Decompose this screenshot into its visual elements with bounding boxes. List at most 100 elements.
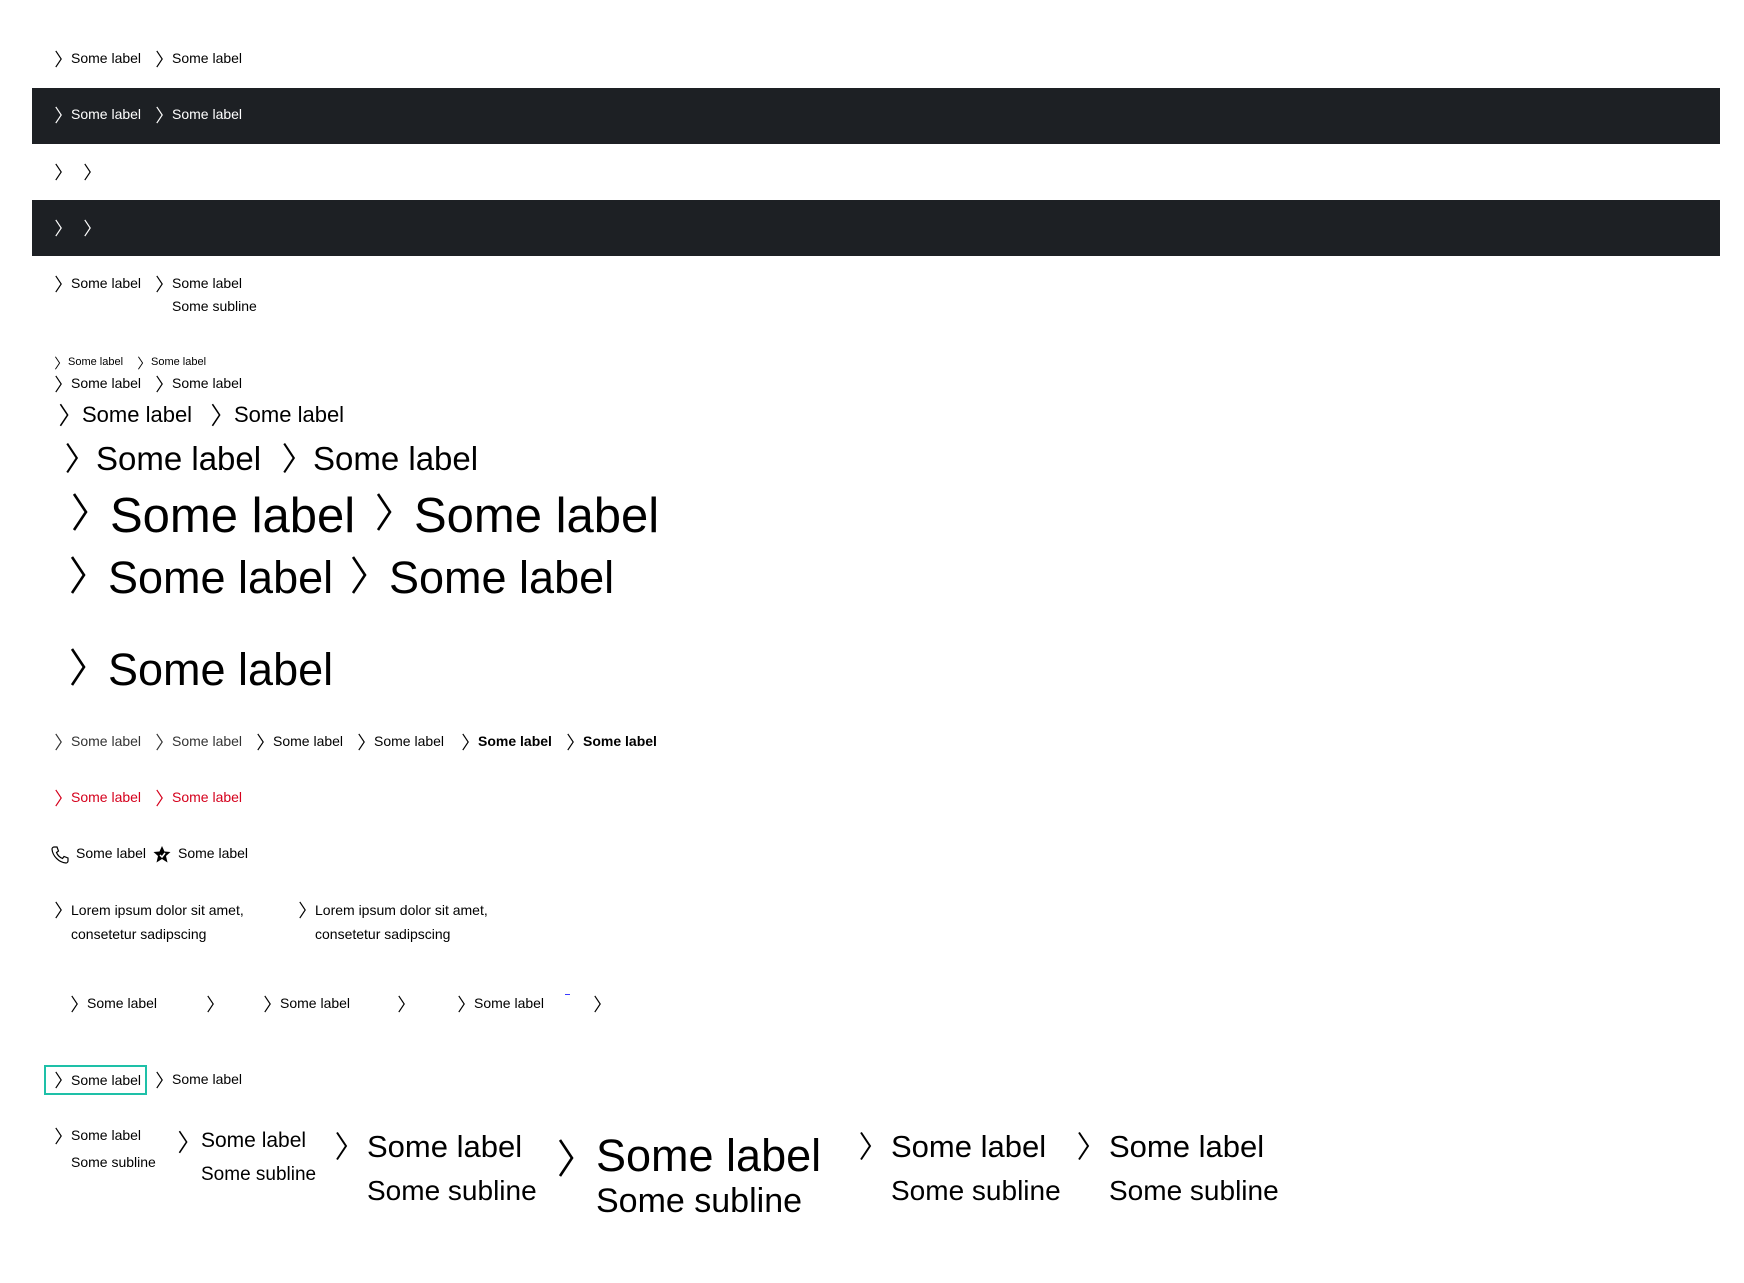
- link-xl3[interactable]: Some label: [68, 644, 333, 696]
- link-xl-b[interactable]: Some label: [374, 488, 659, 544]
- link-sm-b[interactable]: Some label: [155, 375, 242, 393]
- link-lorem-a[interactable]: Lorem ipsum dolor sit amet, consetetur s…: [54, 898, 254, 946]
- arrow-head-right-icon: [54, 375, 63, 393]
- arrow-head-right-icon: [68, 644, 88, 690]
- link-sm-a[interactable]: Some label: [54, 375, 141, 393]
- arrow-head-right-icon: [155, 106, 164, 124]
- link-red-a[interactable]: Some label: [54, 789, 141, 807]
- link-bold-a[interactable]: Some label: [461, 733, 552, 751]
- link-md-a[interactable]: Some label: [58, 402, 192, 428]
- link-spaced-c[interactable]: Some label: [457, 995, 544, 1013]
- arrow-head-right-icon: [858, 1129, 873, 1163]
- arrow-head-right-icon: [155, 733, 164, 751]
- link-bold-b[interactable]: Some label: [566, 733, 657, 751]
- arrow-head-right-icon: [54, 275, 63, 293]
- link-sub-md[interactable]: Some label Some subline: [334, 1129, 537, 1207]
- arrow-head-right-icon: [566, 733, 575, 751]
- focus-marker: [565, 994, 570, 995]
- link-sub-lg[interactable]: Some label Some subline: [556, 1130, 821, 1221]
- link-sub-xs[interactable]: Some label Some subline: [54, 1127, 156, 1170]
- arrow-head-right-icon: [54, 50, 63, 68]
- arrow-head-right-icon: [83, 163, 92, 181]
- arrow-head-right-icon: [461, 733, 470, 751]
- arrow-head-right-icon: [298, 901, 307, 919]
- link-thin-a[interactable]: Some label: [54, 733, 141, 751]
- link-red-b[interactable]: Some label: [155, 789, 242, 807]
- arrow-head-right-icon: [54, 1071, 63, 1089]
- arrow-head-right-icon: [281, 440, 297, 476]
- arrow-head-right-icon: [263, 995, 272, 1013]
- link-xs-b[interactable]: Some label: [137, 356, 206, 370]
- arrow-head-right-icon: [68, 552, 88, 598]
- link-2b[interactable]: Some label: [155, 106, 242, 124]
- icon-link-4a[interactable]: [54, 219, 63, 237]
- link-lg-b[interactable]: Some label: [281, 440, 478, 478]
- link-2a[interactable]: Some label: [54, 106, 141, 124]
- arrow-head-right-icon: [54, 789, 63, 807]
- arrow-head-right-icon: [334, 1129, 349, 1163]
- arrow-head-right-icon: [177, 1129, 189, 1155]
- link-xs-a[interactable]: Some label: [54, 356, 123, 370]
- link-lorem-b[interactable]: Lorem ipsum dolor sit amet, consetetur s…: [298, 898, 498, 946]
- arrow-head-right-icon: [210, 402, 222, 428]
- link-focused[interactable]: Some label: [43, 1065, 148, 1095]
- arrow-head-right-icon: [83, 219, 92, 237]
- link-spaced-b[interactable]: Some label: [263, 995, 350, 1013]
- arrow-head-right-icon: [54, 356, 61, 370]
- link-md-b[interactable]: Some label: [210, 402, 344, 428]
- arrow-head-right-icon: [58, 402, 70, 428]
- link-sub-sm[interactable]: Some label Some subline: [177, 1129, 316, 1186]
- link-regular-a[interactable]: Some label: [256, 733, 343, 751]
- star-badge-icon: [152, 845, 172, 865]
- link-lg-a[interactable]: Some label: [64, 440, 261, 478]
- arrow-head-right-icon: [1076, 1129, 1091, 1163]
- link-star[interactable]: Some label: [152, 845, 248, 865]
- link-1b[interactable]: Some label: [155, 50, 242, 68]
- arrow-head-right-icon: [206, 995, 215, 1013]
- arrow-head-right-icon: [54, 901, 63, 919]
- icon-link-spaced-b[interactable]: [397, 995, 406, 1013]
- link-xl-a[interactable]: Some label: [70, 488, 355, 544]
- arrow-head-right-icon: [397, 995, 406, 1013]
- arrow-head-right-icon: [457, 995, 466, 1013]
- icon-link-3b[interactable]: [83, 163, 92, 181]
- icon-link-4b[interactable]: [83, 219, 92, 237]
- link-thin-b[interactable]: Some label: [155, 733, 242, 751]
- arrow-head-right-icon: [70, 488, 90, 536]
- link-1a[interactable]: Some label: [54, 50, 141, 68]
- arrow-head-right-icon: [54, 106, 63, 124]
- phone-icon: [50, 845, 70, 865]
- arrow-head-right-icon: [357, 733, 366, 751]
- link-spaced-a[interactable]: Some label: [70, 995, 157, 1013]
- arrow-head-right-icon: [54, 1127, 63, 1145]
- link-phone[interactable]: Some label: [50, 845, 146, 865]
- icon-link-spaced-a[interactable]: [206, 995, 215, 1013]
- arrow-head-right-icon: [54, 733, 63, 751]
- arrow-head-right-icon: [349, 552, 369, 598]
- arrow-head-right-icon: [155, 50, 164, 68]
- arrow-head-right-icon: [70, 995, 79, 1013]
- arrow-head-right-icon: [54, 163, 63, 181]
- arrow-head-right-icon: [155, 1071, 164, 1089]
- dark-theme-row: [32, 200, 1720, 256]
- link-xl2-a[interactable]: Some label: [68, 552, 333, 604]
- link-sub-md-b[interactable]: Some label Some subline: [858, 1129, 1061, 1207]
- arrow-head-right-icon: [54, 219, 63, 237]
- arrow-head-right-icon: [374, 488, 394, 536]
- icon-link-spaced-c[interactable]: [593, 995, 602, 1013]
- dark-theme-row: [32, 88, 1720, 144]
- link-unfocused[interactable]: Some label: [155, 1071, 242, 1089]
- arrow-head-right-icon: [556, 1136, 576, 1180]
- arrow-head-right-icon: [64, 440, 80, 476]
- arrow-head-right-icon: [155, 375, 164, 393]
- icon-link-3a[interactable]: [54, 163, 63, 181]
- link-5b[interactable]: Some label Some subline: [155, 275, 257, 314]
- arrow-head-right-icon: [155, 789, 164, 807]
- link-xl2-b[interactable]: Some label: [349, 552, 614, 604]
- link-sub-md-c[interactable]: Some label Some subline: [1076, 1129, 1279, 1207]
- arrow-head-right-icon: [137, 356, 144, 370]
- arrow-head-right-icon: [155, 275, 164, 293]
- link-regular-b[interactable]: Some label: [357, 733, 444, 751]
- link-5a[interactable]: Some label: [54, 275, 141, 293]
- arrow-head-right-icon: [593, 995, 602, 1013]
